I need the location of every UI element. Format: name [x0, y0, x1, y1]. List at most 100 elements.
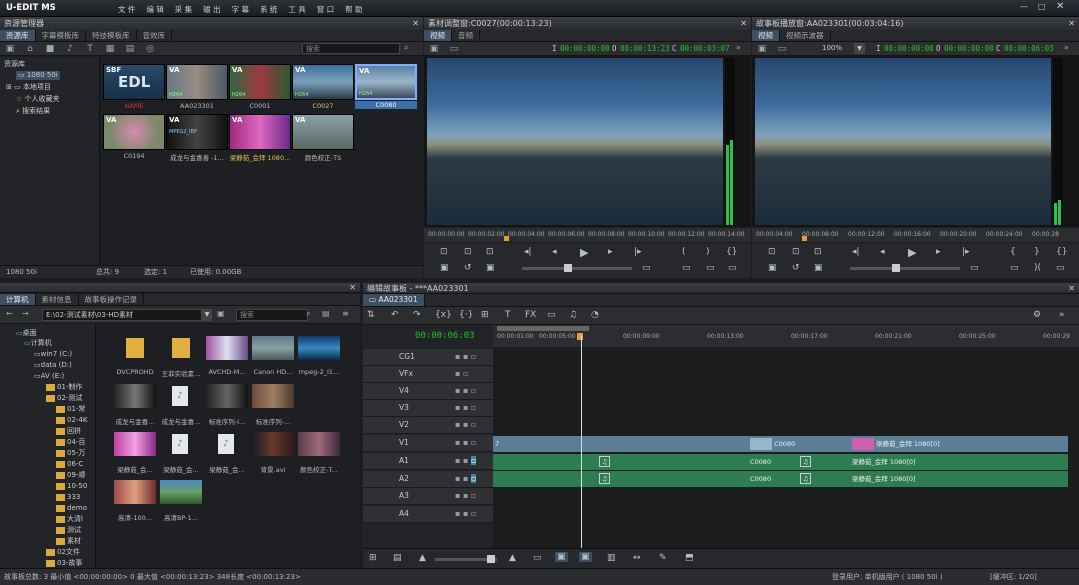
minimize-icon[interactable]: — — [1020, 2, 1028, 11]
tree-folder[interactable]: 01-制作 — [46, 383, 82, 392]
panel-close-icon[interactable]: ✕ — [740, 17, 747, 30]
playhead-line[interactable] — [581, 335, 582, 548]
tree-item-search-results[interactable]: ⌕ 搜索结果 — [16, 107, 50, 116]
clip-a1-liang[interactable]: 梁静茹_会拜 1080[0] — [850, 454, 1068, 470]
timeline-settings-icon[interactable]: ⚙ — [1033, 310, 1041, 320]
tab-computer[interactable]: 计算机 — [0, 294, 36, 305]
lift-icon[interactable]: ▭ — [970, 263, 979, 273]
replace-icon[interactable]: ▭ — [728, 263, 737, 273]
tree-item-favorites[interactable]: ☆ 个人收藏夹 — [16, 95, 60, 104]
zoom-select[interactable]: 100% — [822, 44, 842, 52]
camera-icon[interactable]: ■ — [43, 43, 57, 55]
zoom-out-icon[interactable]: ▲ — [419, 553, 426, 563]
resource-search-input[interactable]: 搜索 — [302, 43, 400, 54]
file-thumb[interactable] — [114, 480, 156, 504]
tree-computer[interactable]: ▭计算机 — [24, 339, 52, 348]
goto-in-icon[interactable]: ⊡ — [814, 247, 822, 257]
clip-a1-c0080[interactable]: C0080 ♫ — [748, 454, 850, 470]
file-thumb[interactable] — [252, 384, 294, 408]
audio-icon[interactable]: ♪ — [63, 43, 77, 55]
tree-folder[interactable]: 素材 — [56, 537, 81, 546]
mark-out-icon[interactable]: ⊡ — [464, 247, 472, 257]
clip-a2-c0080[interactable]: C0080 ♫ — [748, 471, 850, 487]
folder-icon[interactable] — [126, 338, 144, 358]
search-icon[interactable]: ⌕ — [306, 309, 310, 319]
tree-folder[interactable]: 10-50 — [56, 482, 87, 491]
maximize-icon[interactable]: □ — [1038, 2, 1046, 11]
clip-a1-a[interactable]: ♫ — [493, 454, 748, 470]
tree-item-1080[interactable]: ▭ 1080 50i — [16, 71, 60, 80]
menu-subtitle[interactable]: 字 幕 — [232, 5, 249, 14]
loop-icon[interactable]: ▣ — [440, 263, 449, 273]
menu-output[interactable]: 输 出 — [203, 5, 220, 14]
folder-icon[interactable] — [172, 338, 190, 358]
path-field[interactable]: E:\02-测试素材\03-HD素材 — [42, 309, 202, 321]
playhead-marker[interactable] — [802, 236, 807, 241]
file-thumb[interactable] — [114, 432, 156, 456]
thumb-c0080[interactable]: VA H264 — [355, 64, 417, 100]
tree-folder[interactable]: 回拼 — [56, 427, 81, 436]
folder-up-icon[interactable]: ▣ — [217, 309, 225, 318]
track-v4[interactable]: V4 ▪ ▪ ▫ — [363, 383, 493, 400]
overwrite-icon[interactable]: ▭ — [706, 263, 715, 273]
move-icon[interactable]: ↔ — [633, 553, 641, 563]
thumb-aa023301[interactable]: VA H264 — [166, 64, 228, 100]
marker-add-icon[interactable]: ⬒ — [685, 553, 694, 563]
tree-folder[interactable]: 05-万 — [56, 449, 85, 458]
undo-icon[interactable]: ↶ — [391, 310, 399, 320]
mark-in-icon[interactable]: ⊡ — [440, 247, 448, 257]
display-icon[interactable]: ▭ — [775, 43, 789, 55]
split-icon[interactable]: )( — [1034, 263, 1041, 273]
file-thumb[interactable] — [160, 480, 202, 504]
tab-scope[interactable]: 视频示波器 — [780, 30, 831, 41]
new-folder-icon[interactable]: ▣ — [3, 43, 17, 55]
clip-v1-a[interactable]: 7 — [493, 436, 748, 452]
menu-capture[interactable]: 采 集 — [175, 5, 192, 14]
tree-folder[interactable]: 09-顺 — [56, 471, 85, 480]
file-thumb[interactable] — [206, 336, 248, 360]
insert-in-icon[interactable]: ( — [682, 247, 686, 257]
clip-a2-liang[interactable]: 梁静茹_会拜 1080[0] — [850, 471, 1068, 487]
select-tool-icon[interactable]: ⇅ — [367, 310, 375, 320]
file-thumb[interactable] — [252, 432, 294, 456]
fx-icon[interactable]: FX — [525, 310, 536, 320]
clip-v1-c0080[interactable]: C0080 — [748, 436, 850, 452]
tab-rec-video[interactable]: 视频 — [752, 30, 780, 41]
thumb-color-correct[interactable]: VA — [292, 114, 354, 150]
close-icon[interactable]: ✕ — [1056, 1, 1064, 12]
menu-system[interactable]: 系 统 — [260, 5, 277, 14]
text-tool-icon[interactable]: T — [505, 310, 511, 320]
audio-file-icon[interactable]: ♪ — [218, 434, 234, 454]
add-track-icon[interactable]: ⊞ — [369, 553, 377, 563]
clip-v1-liang[interactable]: 梁静茹_会拜 1080[0] — [850, 436, 1068, 452]
insert-icon[interactable]: ▭ — [682, 263, 691, 273]
trim-mode-icon[interactable]: {·} — [459, 310, 473, 320]
tree-folder[interactable]: 04-百 — [56, 438, 85, 447]
grid-icon[interactable]: ▤ — [123, 43, 137, 55]
step-back-icon[interactable]: ◂ — [552, 247, 557, 257]
thumb-edl[interactable]: SBF EDL — [103, 64, 165, 100]
marker-icon[interactable]: ⊞ — [481, 310, 489, 320]
forward-icon[interactable]: → — [22, 309, 29, 318]
play-icon[interactable]: ▶ — [580, 246, 588, 259]
fit-icon[interactable]: ▣ — [814, 263, 823, 273]
tree-folder[interactable]: 测试 — [56, 526, 81, 535]
speed-icon[interactable]: ▭ — [642, 263, 651, 273]
menu-help[interactable]: 帮 助 — [345, 5, 362, 14]
step-back-icon[interactable]: ◂ — [880, 247, 885, 257]
mark-in-icon[interactable]: ⊡ — [768, 247, 776, 257]
expand-icon[interactable]: » — [736, 43, 741, 52]
extract-icon[interactable]: ▭ — [1010, 263, 1019, 273]
step-forward-icon[interactable]: ▸ — [608, 247, 613, 257]
subtitle-icon[interactable]: ▭ — [547, 310, 556, 320]
expand-icon[interactable]: » — [1064, 43, 1069, 52]
tree-folder[interactable]: 02-4K — [56, 416, 87, 425]
track-vfx[interactable]: VFx ▪ ▫ — [363, 366, 493, 383]
track-v2[interactable]: V2 ▪ ▪ ▫ — [363, 417, 493, 434]
tab-subtitle-templates[interactable]: 字幕模板库 — [36, 30, 86, 41]
next-frame-icon[interactable]: |▸ — [962, 247, 970, 257]
import-icon[interactable]: ⌂ — [23, 43, 37, 55]
tab-resource-lib[interactable]: 资源库 — [0, 30, 36, 41]
tree-folder[interactable]: 大清l — [56, 515, 83, 524]
link-icon[interactable]: ▣ — [579, 552, 592, 562]
